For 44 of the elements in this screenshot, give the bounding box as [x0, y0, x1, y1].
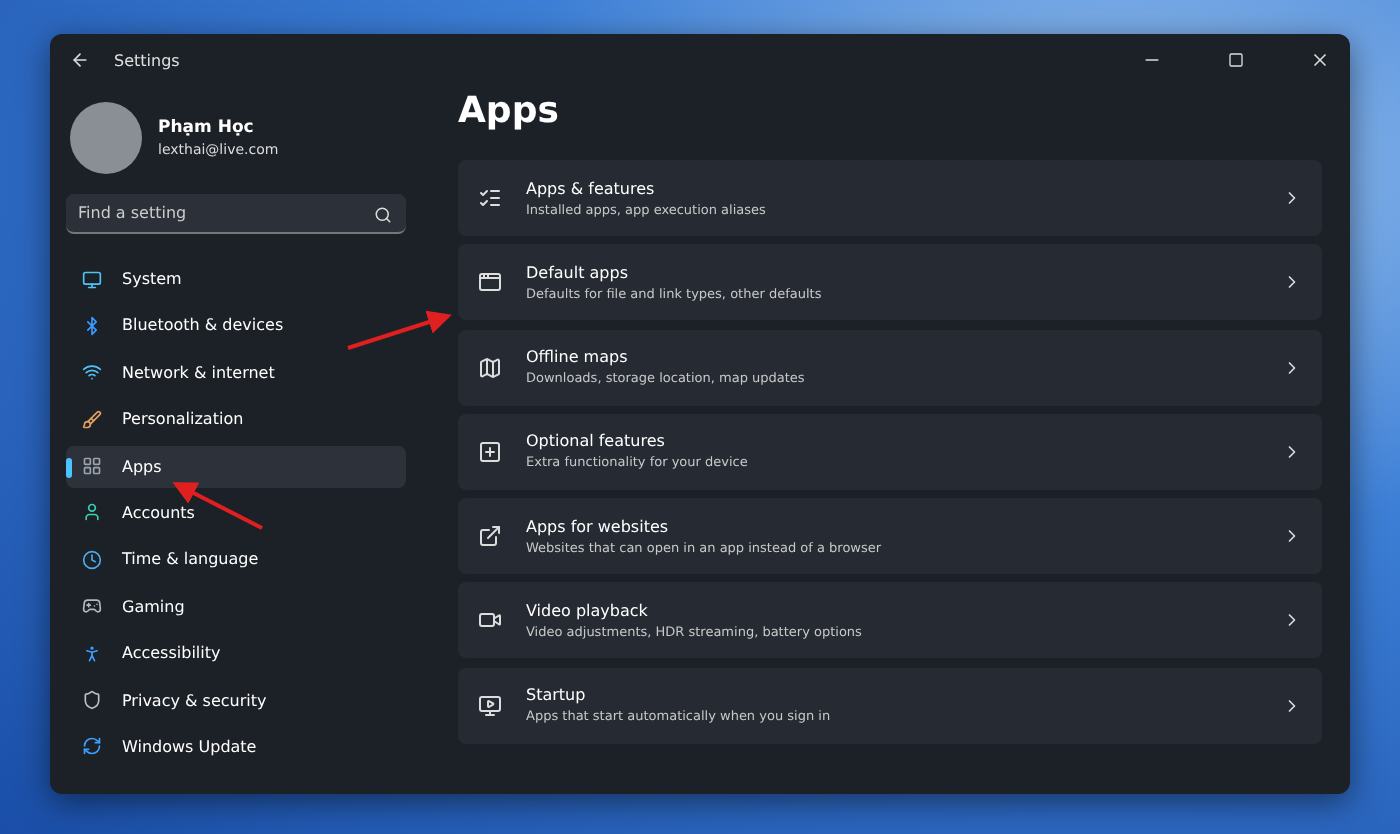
account-name: Phạm Học — [158, 118, 256, 138]
card-title: Video playback — [526, 601, 650, 620]
monitor-icon — [82, 269, 102, 289]
person-icon — [82, 502, 102, 523]
search-field[interactable]: Find a setting — [66, 194, 406, 234]
search-icon — [374, 206, 392, 224]
page-title: Apps — [458, 90, 561, 132]
refresh-icon — [82, 736, 102, 757]
sidebar-item[interactable]: Accessibility — [66, 632, 406, 675]
card-title: Optional features — [526, 432, 667, 451]
shield-icon — [82, 690, 102, 711]
clock-icon — [82, 549, 102, 570]
sidebar-item[interactable]: Windows Update — [66, 725, 406, 768]
sidebar-item[interactable]: Network & internet — [66, 351, 406, 394]
card-title: Default apps — [526, 263, 630, 282]
list-icon — [478, 186, 502, 210]
back-icon[interactable] — [70, 50, 90, 70]
grid-icon — [82, 456, 102, 477]
window-title: Settings — [114, 51, 182, 69]
gamepad-icon — [82, 596, 102, 617]
sidebar-item[interactable]: Gaming — [66, 585, 406, 628]
close-icon — [1310, 50, 1330, 70]
card-title: Apps & features — [526, 179, 657, 197]
sidebar-item[interactable]: Privacy & security — [66, 679, 406, 722]
card-title: Apps for websites — [526, 517, 671, 536]
sidebar-item[interactable]: Bluetooth & devices — [66, 304, 406, 347]
avatar — [70, 102, 142, 174]
sidebar-item[interactable]: Apps — [66, 445, 406, 488]
sidebar-item[interactable]: Accounts — [66, 491, 406, 534]
sidebar-item[interactable]: System — [66, 258, 406, 300]
monitor-icon — [478, 693, 502, 718]
person-icon — [82, 643, 102, 664]
brush-icon — [82, 409, 102, 430]
external-link-icon — [478, 524, 502, 549]
sidebar-item[interactable]: Personalization — [66, 398, 406, 441]
map-icon — [478, 355, 502, 380]
grid-plus-icon — [478, 439, 502, 464]
video-camera-icon — [478, 608, 502, 633]
annotation-arrow — [347, 310, 452, 350]
bluetooth-icon — [82, 315, 102, 336]
card-title: Startup — [526, 686, 588, 705]
card-title: Offline maps — [526, 348, 630, 367]
maximize-icon — [1228, 52, 1244, 68]
sidebar-item[interactable]: Time & language — [66, 538, 406, 581]
